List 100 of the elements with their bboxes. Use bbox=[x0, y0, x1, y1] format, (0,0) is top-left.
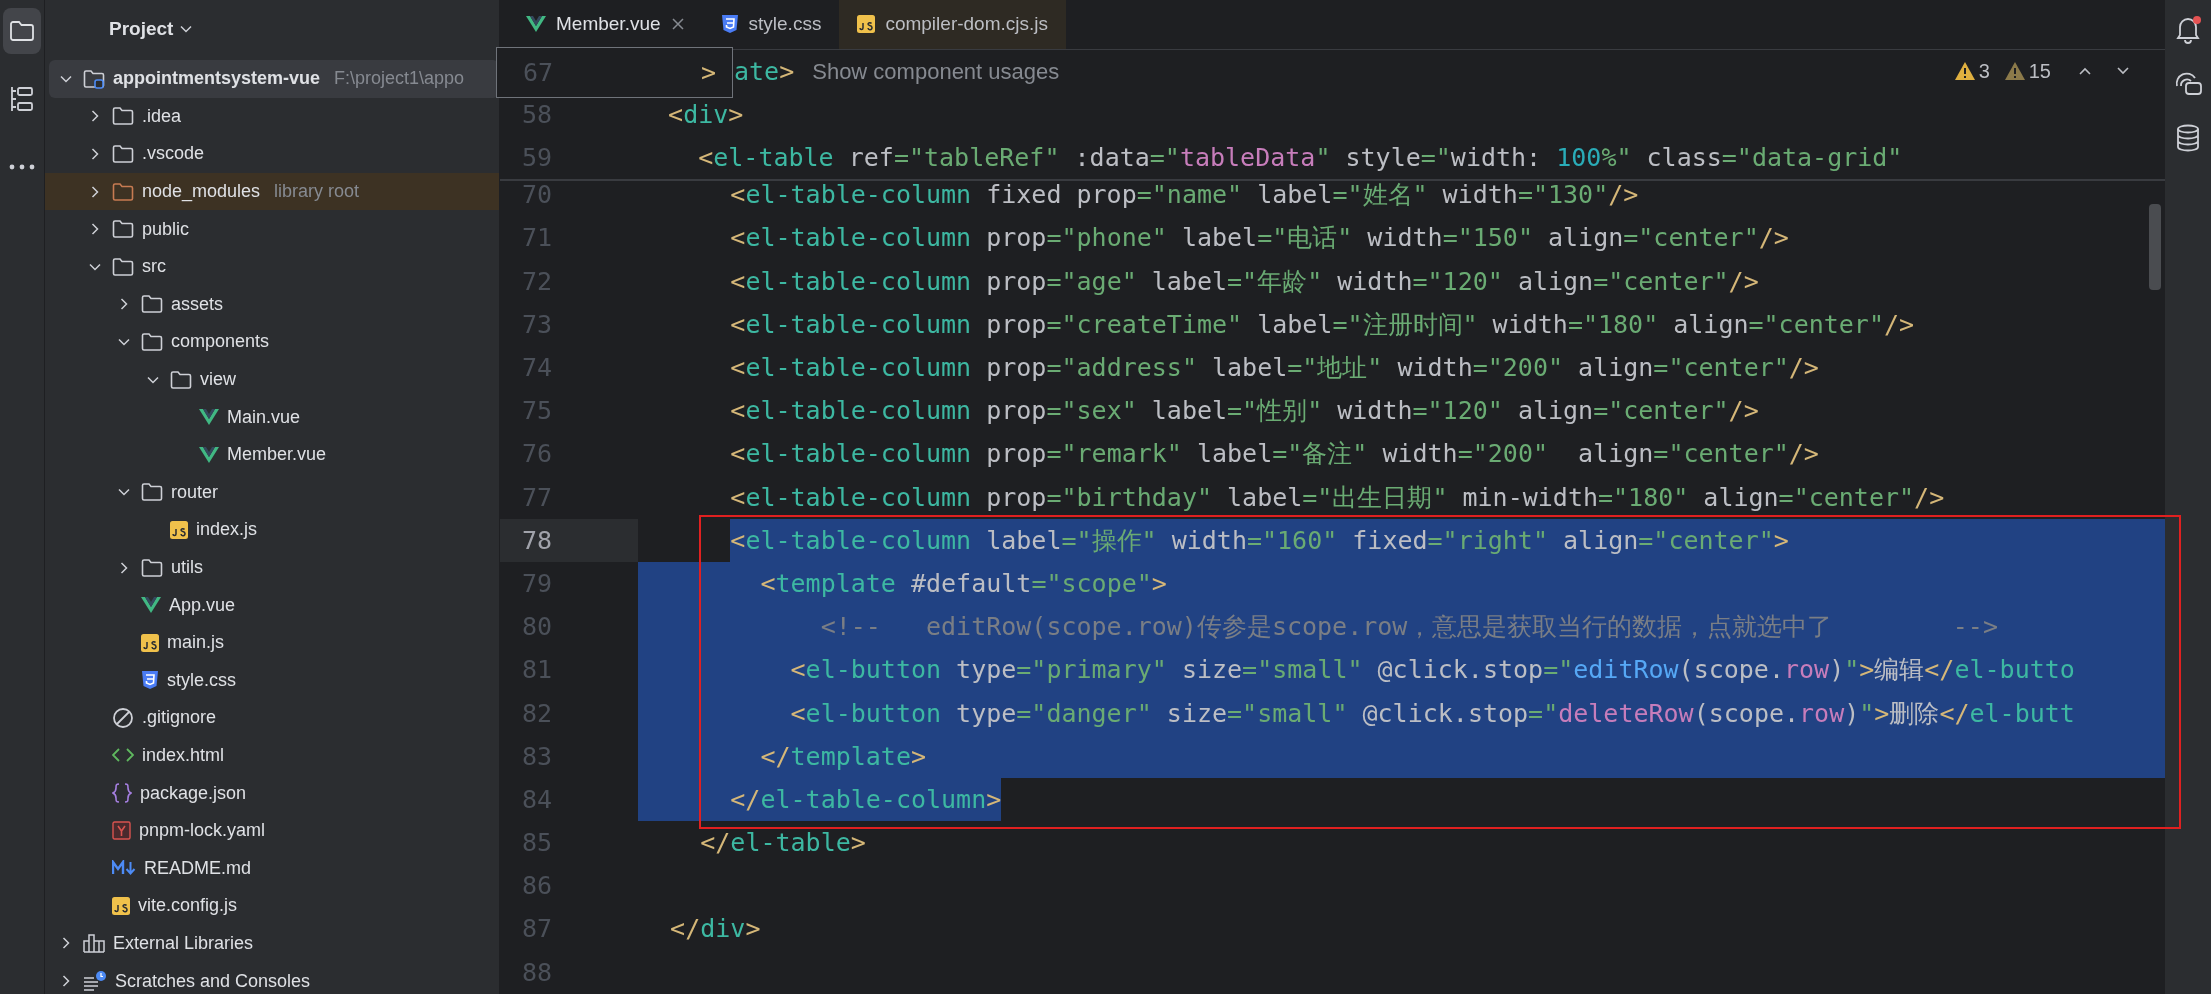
tree-item[interactable]: utils bbox=[45, 548, 499, 587]
attribute-value: ="primary" bbox=[1016, 654, 1167, 687]
tree-item[interactable]: App.vue bbox=[45, 586, 499, 624]
code-text: (scope. bbox=[1693, 697, 1800, 730]
tree-item[interactable]: public bbox=[45, 210, 499, 248]
tree-item[interactable]: Member.vue bbox=[45, 435, 499, 474]
attribute-value: ="name" bbox=[1136, 179, 1243, 212]
attribute-value: " bbox=[1844, 654, 1860, 687]
tree-item[interactable]: README.md bbox=[45, 849, 499, 888]
attribute-name: label bbox=[1256, 179, 1333, 212]
tree-item[interactable]: assets bbox=[45, 285, 499, 324]
attribute-value: ="120" bbox=[1412, 265, 1503, 298]
tab-label: Member.vue bbox=[556, 12, 661, 37]
tree-item[interactable]: index.html bbox=[45, 736, 499, 775]
attribute-name: label bbox=[1256, 308, 1333, 341]
js-file-icon bbox=[112, 896, 130, 915]
tree-item[interactable]: main.js bbox=[45, 623, 499, 662]
attribute-value: ="center" bbox=[1748, 308, 1884, 341]
more-icon bbox=[9, 164, 35, 170]
attribute-name: :data bbox=[1073, 142, 1150, 175]
tree-item[interactable]: vite.config.js bbox=[45, 887, 499, 925]
tag-bracket: /> bbox=[1608, 179, 1639, 212]
attribute-name: width bbox=[1336, 395, 1413, 428]
attribute-name: label bbox=[985, 524, 1062, 557]
attribute-value: ="remark" bbox=[1046, 438, 1182, 471]
attribute-value: ="tableRef" bbox=[893, 142, 1060, 175]
attribute-name: @click.stop bbox=[1361, 697, 1529, 730]
tree-item[interactable]: router bbox=[45, 473, 499, 512]
file-name: index.js bbox=[196, 518, 258, 542]
database-icon[interactable] bbox=[2175, 124, 2201, 152]
attribute-name: width bbox=[1441, 179, 1518, 212]
file-name: public bbox=[142, 217, 190, 241]
inlay-hint[interactable]: Show component usages bbox=[812, 54, 1060, 88]
file-name: utils bbox=[171, 556, 203, 579]
tree-item[interactable]: Scratches and Consoles bbox=[45, 962, 499, 994]
attribute-name: align bbox=[1562, 524, 1639, 557]
editor-tab[interactable]: style.css bbox=[702, 0, 840, 49]
variable-name: row bbox=[1783, 654, 1830, 687]
tree-item[interactable]: appointmentsystem-vue F:\project1\appo bbox=[49, 60, 499, 98]
scrollbar-thumb[interactable] bbox=[2149, 204, 2161, 290]
tree-item[interactable]: .vscode bbox=[45, 135, 499, 173]
attribute-name: width bbox=[1366, 222, 1443, 255]
vue-logo-icon bbox=[526, 15, 546, 34]
attribute-value: ="150" bbox=[1442, 222, 1533, 255]
tree-item[interactable]: components bbox=[45, 323, 499, 361]
tab-label: style.css bbox=[748, 12, 822, 37]
file-name: Scratches and Consoles bbox=[115, 969, 311, 993]
attribute-value: ="200" bbox=[1472, 352, 1564, 385]
bell-icon[interactable] bbox=[2174, 14, 2202, 44]
warning-icon[interactable] bbox=[2003, 61, 2026, 82]
tree-item[interactable]: package.json bbox=[45, 774, 499, 812]
tag-name: el-table-column bbox=[745, 438, 972, 471]
attribute-name: width bbox=[1336, 265, 1413, 298]
tag-bracket: > bbox=[1874, 697, 1890, 730]
attribute-value: " bbox=[1315, 142, 1331, 175]
tag-name: el-table-column bbox=[745, 308, 972, 341]
tree-item[interactable]: External Libraries bbox=[45, 924, 499, 963]
vue-logo-icon bbox=[199, 445, 219, 464]
chat-bubbles-icon[interactable] bbox=[2173, 70, 2203, 98]
attribute-value: =" bbox=[1420, 142, 1451, 175]
tree-item[interactable]: Main.vue bbox=[45, 398, 499, 436]
tag-bracket: < bbox=[790, 654, 806, 687]
file-name: App.vue bbox=[169, 593, 236, 617]
attribute-name: prop bbox=[985, 308, 1047, 341]
file-name: components bbox=[171, 330, 270, 354]
tree-item[interactable]: view bbox=[45, 360, 499, 399]
tree-item[interactable]: .idea bbox=[45, 97, 499, 136]
variable-name: tableData bbox=[1179, 142, 1316, 175]
attribute-value: ="danger" bbox=[1016, 697, 1152, 730]
tree-item[interactable]: pnpm-lock.yaml bbox=[45, 811, 499, 850]
tag-name: el-table-column bbox=[745, 524, 972, 557]
attribute-name: fixed prop bbox=[985, 179, 1137, 212]
attribute-value: ="130" bbox=[1517, 179, 1609, 212]
number-literal: 100 bbox=[1556, 142, 1602, 175]
tree-item[interactable]: node_modules library root bbox=[45, 172, 499, 211]
tree-item[interactable]: .gitignore bbox=[45, 699, 499, 737]
attribute-name: size bbox=[1180, 654, 1243, 687]
tag-name: el-butt bbox=[1969, 697, 2075, 730]
attribute-name: type bbox=[955, 697, 1017, 730]
attribute-value: " bbox=[1859, 697, 1875, 730]
tag-bracket: /> bbox=[1883, 308, 1915, 341]
tree-item[interactable]: style.css bbox=[45, 661, 499, 700]
attribute-value: ="电话" bbox=[1257, 222, 1353, 255]
editor-tab[interactable]: compiler-dom.cjs.js bbox=[839, 0, 1066, 49]
close-icon[interactable] bbox=[670, 17, 685, 32]
structure-icon bbox=[10, 85, 34, 113]
warning-icon[interactable] bbox=[1953, 61, 1976, 82]
editor-tab[interactable]: Member.vue bbox=[508, 0, 703, 49]
tag-bracket: < bbox=[730, 222, 746, 255]
attribute-value: ="right" bbox=[1427, 524, 1548, 557]
tree-item[interactable]: src bbox=[45, 247, 499, 286]
path-hint: library root bbox=[274, 180, 360, 204]
file-name: style.css bbox=[167, 668, 236, 692]
attribute-name: align bbox=[1516, 395, 1594, 428]
attribute-name: class bbox=[1645, 142, 1722, 175]
tool-window-button[interactable] bbox=[3, 8, 41, 54]
code-text: 删除 bbox=[1889, 697, 1940, 730]
attribute-value: ="phone" bbox=[1046, 222, 1167, 255]
tag-name: el-table-column bbox=[745, 222, 972, 255]
tree-item[interactable]: index.js bbox=[45, 511, 499, 549]
